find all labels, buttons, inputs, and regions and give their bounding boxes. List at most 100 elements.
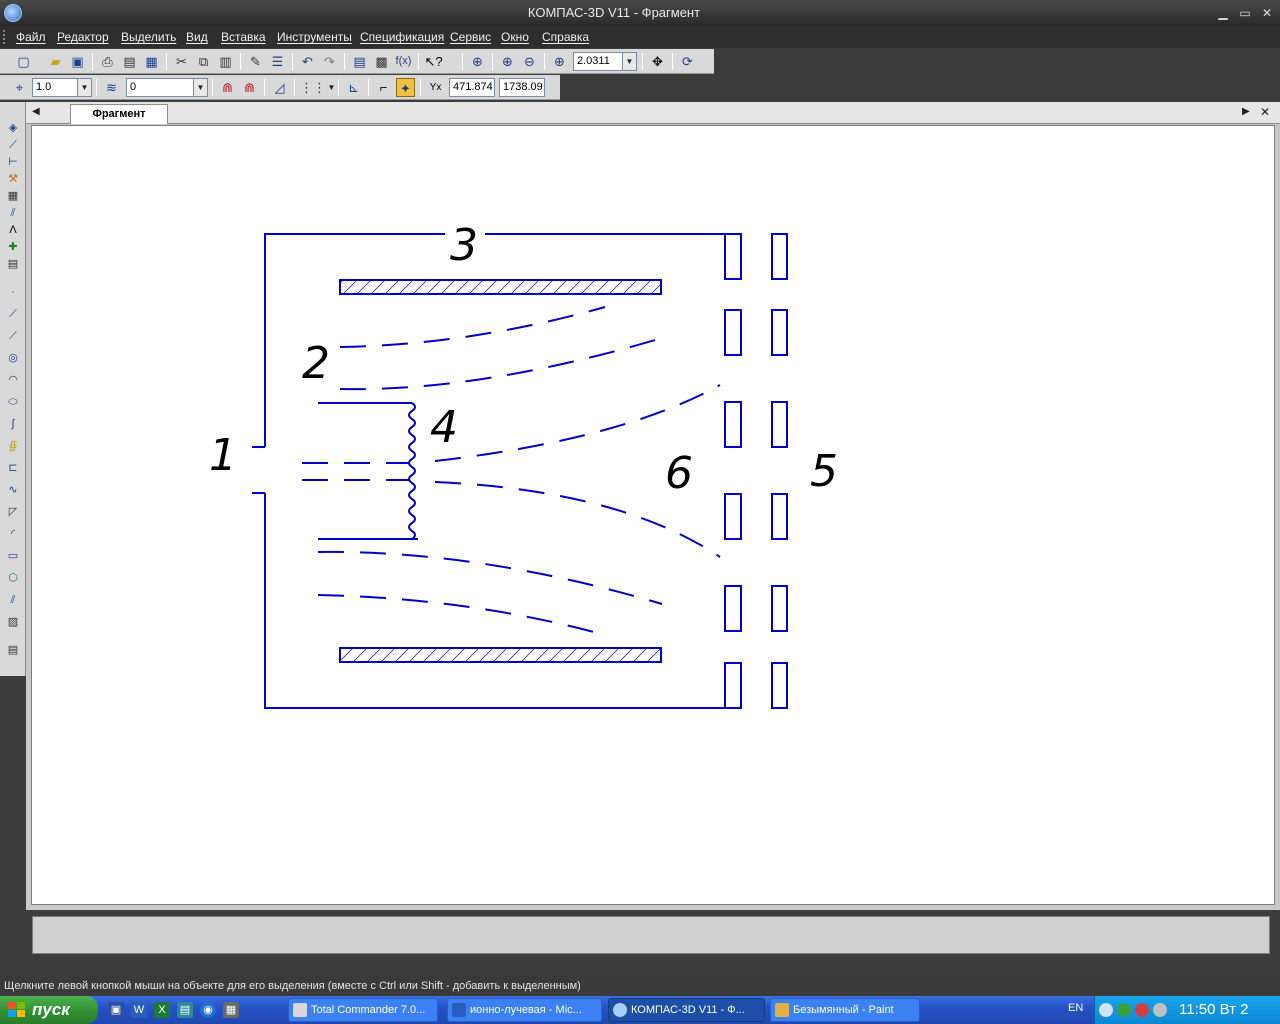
zoom-scale-field[interactable]: 2.0311 <box>573 52 623 71</box>
tray-network-icon[interactable] <box>1117 1003 1131 1017</box>
undo-icon[interactable]: ↶ <box>298 52 317 71</box>
hatch-tool-icon[interactable]: ▨ <box>4 614 22 630</box>
menu-window[interactable]: Окно <box>501 30 529 44</box>
polygon-tool-icon[interactable]: ⬡ <box>4 570 22 586</box>
task-paint[interactable]: Безымянный - Paint <box>770 998 920 1022</box>
chamfer-tool-icon[interactable]: ◸ <box>4 504 22 520</box>
task-word-document[interactable]: ионно-лучевая - Mic... <box>447 998 602 1022</box>
clock[interactable]: 11:50 Вт 2 <box>1179 1001 1248 1018</box>
pan-icon[interactable]: ✥ <box>648 52 667 71</box>
quicklaunch-browser-icon[interactable]: ◉ <box>200 1002 216 1018</box>
step-field[interactable]: 1.0 <box>32 78 78 97</box>
segment-tool-icon[interactable]: ⟋ <box>4 328 22 344</box>
snap-global-icon[interactable]: ⋒ <box>240 78 259 97</box>
ellipse-tool-icon[interactable]: ⬭ <box>4 394 22 410</box>
quicklaunch-kompas-icon[interactable]: ▣ <box>108 1002 124 1018</box>
start-button[interactable]: пуск <box>0 996 98 1024</box>
equidistant-tool-icon[interactable]: ⫽ <box>4 592 22 608</box>
open-folder-icon[interactable]: ▰ <box>46 52 65 71</box>
local-cs-icon[interactable]: ⊾ <box>344 78 363 97</box>
redo-icon[interactable]: ↷ <box>320 52 339 71</box>
measure-panel-icon[interactable]: ⫽ <box>4 205 22 221</box>
zoom-window-icon[interactable]: ⊕ <box>468 52 487 71</box>
menu-insert[interactable]: Вставка <box>221 30 266 44</box>
copy-icon[interactable]: ⧉ <box>194 52 213 71</box>
parametrization-panel-icon[interactable]: ▦ <box>4 188 22 204</box>
tray-security-icon[interactable] <box>1135 1003 1149 1017</box>
constraints-panel-icon[interactable]: ✚ <box>4 239 22 255</box>
menu-edit[interactable]: Редактор <box>57 30 109 44</box>
coord-y-field[interactable]: 1738.09 <box>499 78 545 97</box>
quicklaunch-excel-icon[interactable]: X <box>154 1002 170 1018</box>
zoom-scale-icon[interactable]: ⊕ <box>550 52 569 71</box>
language-indicator[interactable]: EN <box>1068 1002 1083 1014</box>
refresh-icon[interactable]: ⟳ <box>678 52 697 71</box>
menu-file[interactable]: Файл <box>16 30 46 44</box>
menu-specification[interactable]: Спецификация <box>360 30 444 44</box>
tab-scroll-right-icon[interactable]: ▶ <box>1242 106 1250 117</box>
fillet-tool-icon[interactable]: ◜ <box>4 526 22 542</box>
print-icon[interactable]: ⎙ <box>98 52 117 71</box>
properties-icon[interactable]: ☰ <box>268 52 287 71</box>
menu-service[interactable]: Сервис <box>450 30 491 44</box>
step-dropdown[interactable]: ▼ <box>77 78 92 97</box>
rectangle-tool-icon[interactable]: ▭ <box>4 548 22 564</box>
tab-scroll-left-icon[interactable]: ◀ <box>32 106 40 117</box>
contour-tool-icon[interactable]: ⊏ <box>4 460 22 476</box>
tray-volume-icon[interactable] <box>1153 1003 1167 1017</box>
close-document-icon[interactable]: ✕ <box>1260 105 1270 119</box>
line-tool-icon[interactable]: ⟋ <box>4 306 22 322</box>
library-icon[interactable]: ▩ <box>372 52 391 71</box>
task-kompas[interactable]: КОМПАС-3D V11 - Ф... <box>608 998 765 1022</box>
editing-panel-icon[interactable]: ⚒ <box>4 171 22 187</box>
spec-panel-icon[interactable]: ▤ <box>4 256 22 272</box>
layer-field[interactable]: 0 <box>126 78 194 97</box>
copy-properties-icon[interactable]: ✎ <box>246 52 265 71</box>
menu-tools[interactable]: Инструменты <box>277 30 352 44</box>
menu-select[interactable]: Выделить <box>121 30 176 44</box>
notation-panel-icon[interactable]: Λ <box>4 222 22 238</box>
menu-grip[interactable] <box>3 30 7 44</box>
ortho-mode-icon[interactable]: ⌐ <box>374 78 393 97</box>
snap-local-icon[interactable]: ⋒ <box>218 78 237 97</box>
minimize-button[interactable]: ▁ <box>1214 5 1232 21</box>
select-panel-icon[interactable]: ◈ <box>4 120 22 136</box>
new-file-icon[interactable]: ▢ <box>14 52 33 71</box>
restore-button[interactable]: ▭ <box>1236 5 1254 21</box>
collect-contour-icon[interactable]: ▤ <box>4 642 22 658</box>
variables-icon[interactable]: f(x) <box>394 52 413 71</box>
cursor-step-icon[interactable]: ⌖ <box>10 78 29 97</box>
save-icon[interactable]: ▣ <box>68 52 87 71</box>
zoom-out-icon[interactable]: ⊖ <box>520 52 539 71</box>
quicklaunch-calc-icon[interactable]: ▦ <box>223 1002 239 1018</box>
tray-back-icon[interactable] <box>1099 1003 1113 1017</box>
coord-x-field[interactable]: 471.874 <box>449 78 495 97</box>
help-pointer-icon[interactable]: ↖? <box>424 52 443 71</box>
zoom-scale-dropdown[interactable]: ▼ <box>622 52 637 71</box>
grid-icon[interactable]: ⋮⋮ <box>300 78 326 97</box>
drawing-canvas[interactable] <box>31 125 1275 905</box>
menu-view[interactable]: Вид <box>186 30 208 44</box>
layer-dropdown[interactable]: ▼ <box>193 78 208 97</box>
snap-toggle-icon[interactable]: ✦ <box>396 78 415 97</box>
spline-tool-icon[interactable]: ∫ <box>4 416 22 432</box>
tab-fragment[interactable]: Фрагмент <box>70 104 168 124</box>
point-tool-icon[interactable]: · <box>4 284 22 300</box>
export-icon[interactable]: ▦ <box>142 52 161 71</box>
dimensions-panel-icon[interactable]: ⊢ <box>4 154 22 170</box>
circle-tool-icon[interactable]: ◎ <box>4 350 22 366</box>
geometry-panel-icon[interactable]: ⟋ <box>4 137 22 153</box>
quicklaunch-word-icon[interactable]: W <box>131 1002 147 1018</box>
ortho-icon[interactable]: ◿ <box>270 78 289 97</box>
paste-icon[interactable]: ▥ <box>216 52 235 71</box>
zoom-in-icon[interactable]: ⊕ <box>498 52 517 71</box>
print-preview-icon[interactable]: ▤ <box>120 52 139 71</box>
cut-icon[interactable]: ✂ <box>172 52 191 71</box>
quicklaunch-publisher-icon[interactable]: ▤ <box>177 1002 193 1018</box>
task-total-commander[interactable]: Total Commander 7.0... <box>288 998 438 1022</box>
menu-help[interactable]: Справка <box>542 30 589 44</box>
auxiliary-tool-icon[interactable]: ∯ <box>4 438 22 454</box>
layers-icon[interactable]: ≋ <box>102 78 121 97</box>
curve-tool-icon[interactable]: ∿ <box>4 482 22 498</box>
close-button[interactable]: ✕ <box>1258 5 1276 21</box>
